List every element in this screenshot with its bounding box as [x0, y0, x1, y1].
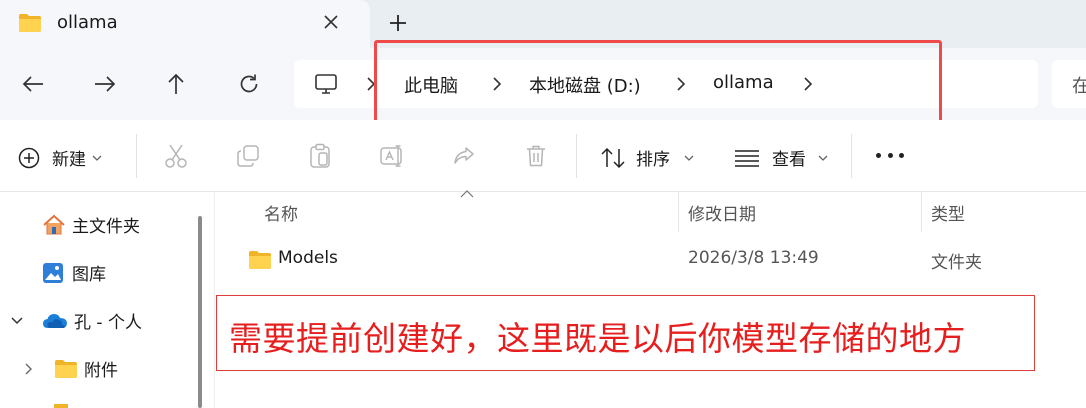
gallery-icon — [43, 262, 63, 283]
back-arrow-icon[interactable] — [17, 68, 49, 100]
folder-icon — [54, 404, 68, 408]
tab-ollama[interactable]: ollama — [0, 0, 370, 48]
close-icon[interactable] — [320, 11, 342, 33]
rename-icon[interactable] — [378, 142, 406, 170]
tab-title: ollama — [57, 12, 118, 33]
column-header-type[interactable]: 类型 — [931, 200, 965, 225]
divider — [576, 134, 577, 178]
sidebar-item-attachments[interactable]: 附件 — [24, 356, 118, 381]
folder-icon — [18, 13, 42, 37]
scrollbar-thumb[interactable] — [198, 216, 202, 408]
folder-icon — [248, 250, 272, 274]
divider — [136, 134, 137, 178]
pane-divider — [214, 192, 215, 408]
onedrive-cloud-icon — [43, 313, 67, 328]
more-options-icon[interactable] — [876, 153, 904, 161]
divider — [851, 134, 852, 178]
chevron-down-icon — [684, 155, 694, 161]
annotation-box: 需要提前创建好，这里既是以后你模型存储的地方 — [216, 295, 1035, 371]
chevron-down-icon[interactable] — [10, 316, 24, 326]
address-highlight-box — [374, 40, 942, 124]
table-row[interactable]: Models 2026/3/8 13:49 文件夹 — [240, 244, 1086, 276]
chevron-right-icon[interactable] — [24, 362, 34, 376]
forward-arrow-icon[interactable] — [89, 68, 121, 100]
sidebar-item-label: 主文件夹 — [72, 217, 140, 237]
add-circle-icon — [18, 147, 40, 168]
sort-label: 排序 — [636, 150, 670, 170]
view-button[interactable]: 查看 — [734, 145, 828, 170]
cut-icon[interactable] — [162, 142, 190, 170]
sidebar-item-home[interactable]: 主文件夹 — [42, 212, 140, 237]
view-list-icon — [735, 149, 759, 167]
file-type: 文件夹 — [931, 253, 982, 273]
up-arrow-icon[interactable] — [160, 68, 192, 100]
command-bar: 新建 排序 查看 — [0, 120, 1086, 192]
view-label: 查看 — [772, 150, 806, 170]
column-divider[interactable] — [678, 192, 679, 232]
sidebar-item-gallery[interactable]: 图库 — [42, 260, 106, 285]
new-tab-button[interactable] — [385, 10, 411, 36]
chevron-down-icon — [818, 155, 828, 161]
search-placeholder: 在 — [1072, 76, 1086, 97]
paste-icon[interactable] — [306, 142, 334, 170]
sidebar-item-label: 孔 - 个人 — [74, 313, 142, 333]
sort-ascending-icon — [460, 190, 474, 198]
refresh-icon[interactable] — [233, 68, 265, 100]
copy-icon[interactable] — [234, 142, 262, 170]
new-button[interactable]: 新建 — [18, 145, 102, 170]
file-name: Models — [278, 248, 338, 268]
sidebar-item-label: 附件 — [84, 361, 118, 381]
share-icon[interactable] — [450, 142, 478, 170]
column-header-name[interactable]: 名称 — [264, 200, 298, 225]
sort-button[interactable]: 排序 — [600, 145, 694, 170]
delete-icon[interactable] — [522, 142, 550, 170]
home-icon — [43, 214, 65, 234]
computer-icon — [314, 72, 338, 100]
annotation-text: 需要提前创建好，这里既是以后你模型存储的地方 — [229, 319, 966, 358]
folder-icon — [55, 359, 77, 378]
new-label: 新建 — [52, 150, 86, 170]
sidebar-item-onedrive[interactable]: 孔 - 个人 — [10, 308, 142, 333]
navigation-pane: 主文件夹 图库 孔 - 个人 附件 — [0, 192, 190, 408]
column-divider[interactable] — [921, 192, 922, 232]
search-box[interactable]: 在 — [1052, 60, 1086, 108]
file-modified: 2026/3/8 13:49 — [688, 248, 819, 268]
column-header-modified[interactable]: 修改日期 — [688, 200, 756, 225]
sort-icon — [601, 147, 625, 168]
chevron-down-icon — [92, 155, 102, 161]
sidebar-item-label: 图库 — [72, 265, 106, 285]
